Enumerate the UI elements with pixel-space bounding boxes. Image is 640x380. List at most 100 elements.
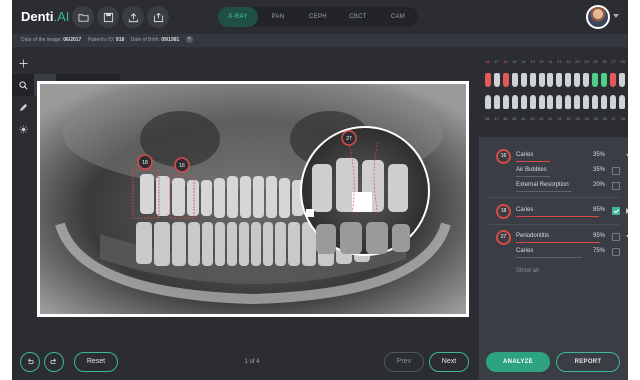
tab-ceph[interactable]: CEPH [298,7,338,27]
tooth-24[interactable] [583,73,590,87]
tooth-26[interactable] [600,73,607,87]
tooth-number[interactable]: 35 [593,116,597,121]
tooth-31[interactable] [556,95,563,109]
tooth-number[interactable]: 33 [575,116,579,121]
tab-pan[interactable]: PAN [258,7,298,27]
redo-button[interactable] [44,352,64,372]
tooth-number[interactable]: 12 [539,59,543,64]
tooth-number[interactable]: 17 [494,59,498,64]
tooth-number[interactable]: 13 [530,59,534,64]
tooth-number[interactable]: 21 [557,59,561,64]
upload-button[interactable] [122,6,144,28]
analyze-button[interactable]: ANALYZE [486,352,550,372]
tooth-35[interactable] [592,95,599,109]
tooth-number[interactable]: 32 [566,116,570,121]
prev-button[interactable]: Prev [384,352,424,372]
tooth-41[interactable] [547,95,554,109]
tooth-number[interactable]: 44 [521,116,525,121]
tooth-number[interactable]: 47 [494,116,498,121]
tooth-37[interactable] [609,95,616,109]
tooth-23[interactable] [574,73,581,87]
tooth-46[interactable] [502,95,509,109]
tooth-number[interactable]: 42 [539,116,543,121]
tooth-number[interactable]: 16 [503,59,507,64]
tooth-number[interactable]: 37 [611,116,615,121]
tooth-marker-16[interactable]: 16 [174,157,190,173]
tooth-number[interactable]: 14 [521,59,525,64]
tooth-43[interactable] [529,95,536,109]
chevron-down-icon[interactable] [613,14,619,18]
tooth-34[interactable] [583,95,590,109]
tooth-marker-27[interactable]: 27 [341,130,357,146]
finding-row[interactable]: Air Bubbles 35% [516,165,620,179]
show-all-link[interactable]: Show all [516,268,539,274]
finding-row[interactable]: Caries 85% [516,205,628,219]
save-button[interactable] [97,6,119,28]
finding-checkbox[interactable] [612,167,620,175]
share-button[interactable] [147,6,169,28]
tooth-number[interactable]: 15 [512,59,516,64]
chevron-right-icon[interactable] [626,208,628,214]
tooth-13[interactable] [529,73,536,87]
tooth-32[interactable] [565,95,572,109]
brightness-tool[interactable] [12,118,34,140]
tab-cbct[interactable]: CBCT [338,7,378,27]
tooth-17[interactable] [493,73,500,87]
tooth-42[interactable] [538,95,545,109]
move-tool[interactable] [12,52,34,74]
tooth-45[interactable] [511,95,518,109]
tooth-number[interactable]: 24 [584,59,588,64]
tooth-number[interactable]: 48 [485,116,489,121]
tab-cam[interactable]: CAM [378,7,418,27]
tooth-number[interactable]: 41 [548,116,552,121]
tooth-number[interactable]: 26 [602,59,606,64]
tooth-number[interactable]: 25 [593,59,597,64]
tooth-18[interactable] [485,73,491,87]
open-folder-button[interactable] [72,6,94,28]
tooth-44[interactable] [520,95,527,109]
tooth-38[interactable] [618,95,625,109]
chevron-down-icon[interactable] [626,235,628,239]
tooth-number[interactable]: 27 [611,59,615,64]
tooth-25[interactable] [592,73,599,87]
finding-checkbox[interactable] [612,248,620,256]
tooth-number[interactable]: 45 [512,116,516,121]
undo-button[interactable] [20,352,40,372]
tooth-22[interactable] [565,73,572,87]
close-icon[interactable]: × [185,36,193,44]
tooth-48[interactable] [485,95,491,109]
finding-row[interactable]: External Resorption 20% [516,180,620,194]
tooth-number[interactable]: 34 [584,116,588,121]
tooth-11[interactable] [547,73,554,87]
tooth-number[interactable]: 46 [503,116,507,121]
tooth-number[interactable]: 23 [575,59,579,64]
tooth-number[interactable]: 43 [530,116,534,121]
tooth-12[interactable] [538,73,545,87]
chevron-down-icon[interactable] [626,154,628,158]
tooth-14[interactable] [520,73,527,87]
tooth-15[interactable] [511,73,518,87]
tooth-number[interactable]: 28 [620,59,624,64]
tooth-number[interactable]: 38 [620,116,624,121]
tooth-21[interactable] [556,73,563,87]
tooth-number[interactable]: 31 [557,116,561,121]
report-button[interactable]: REPORT [556,352,620,372]
tab-xray[interactable]: X-RAY [218,7,258,27]
draw-tool[interactable] [12,96,34,118]
tooth-number[interactable]: 36 [602,116,606,121]
tooth-28[interactable] [618,73,625,87]
tooth-number[interactable]: 18 [485,59,489,64]
finding-row[interactable]: Caries 75% [516,246,620,260]
tooth-47[interactable] [493,95,500,109]
user-avatar[interactable] [586,5,610,29]
tooth-marker-18[interactable]: 18 [137,154,153,170]
zoom-tool[interactable] [12,74,34,96]
panoramic-xray-image[interactable]: 18 16 27 [37,81,469,317]
tooth-27[interactable] [609,73,616,87]
finding-row[interactable]: Caries 35% [516,150,628,164]
tooth-33[interactable] [574,95,581,109]
tooth-number[interactable]: 22 [566,59,570,64]
finding-checkbox[interactable] [612,233,620,241]
finding-row[interactable]: Periodontitis 95% [516,231,628,245]
reset-button[interactable]: Reset [74,352,118,372]
